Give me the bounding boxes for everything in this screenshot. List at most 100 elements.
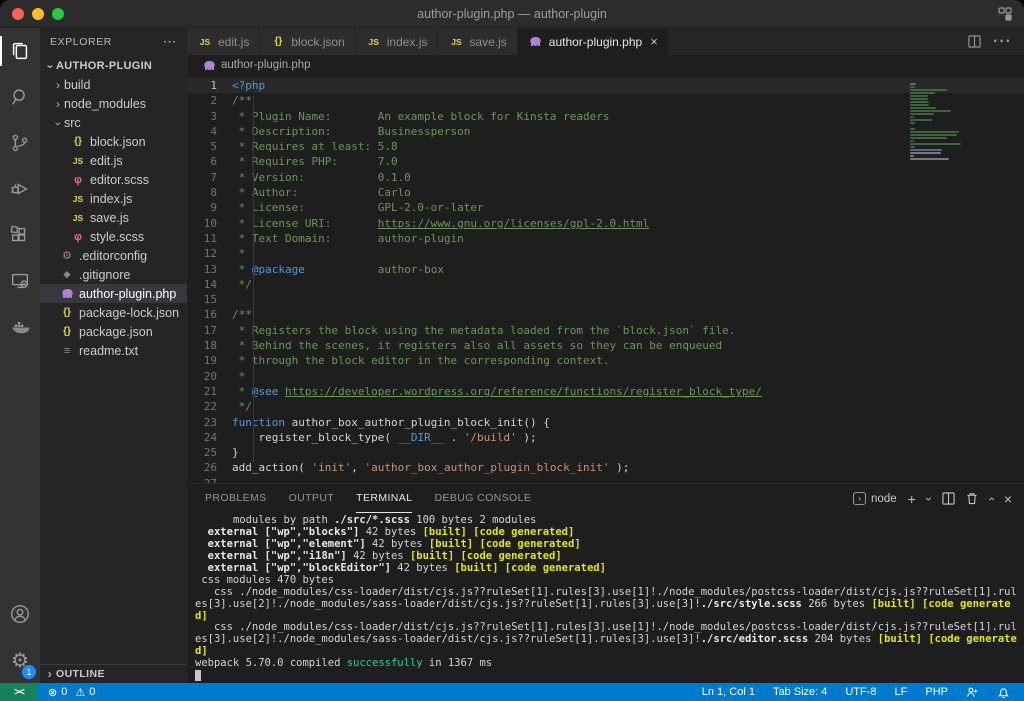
outline-section[interactable]: › OUTLINE [40, 664, 187, 683]
tree-file-package.json[interactable]: {}package.json [40, 322, 187, 341]
language-mode[interactable]: PHP [925, 686, 948, 698]
code-editor[interactable]: 1<?php2/**3 * Plugin Name: An example bl… [187, 75, 1024, 483]
bottom-panel: PROBLEMS OUTPUT TERMINAL DEBUG CONSOLE › no… [187, 483, 1024, 683]
panel-tab-terminal[interactable]: TERMINAL [356, 484, 412, 513]
minimap[interactable] [910, 83, 966, 164]
code-line-7: 7 * Version: 0.1.0 [187, 170, 1024, 185]
explorer-icon[interactable] [0, 28, 40, 74]
tree-file-readme.txt[interactable]: ≡readme.txt [40, 341, 187, 360]
split-terminal-icon[interactable] [942, 492, 955, 505]
sidebar-title: EXPLORER [50, 36, 112, 48]
panel-tab-output[interactable]: OUTPUT [289, 484, 335, 513]
code-line-9: 9 * License: GPL-2.0-or-later [187, 200, 1024, 215]
search-icon[interactable] [0, 74, 40, 120]
tree-file-index.js[interactable]: JSindex.js [40, 189, 187, 208]
new-terminal-icon[interactable]: + [908, 492, 916, 506]
notifications-bell-icon[interactable] [997, 686, 1010, 699]
tree-file-editor.scss[interactable]: φeditor.scss [40, 170, 187, 189]
extensions-icon[interactable] [0, 212, 40, 258]
tree-file-block.json[interactable]: {}block.json [40, 132, 187, 151]
code-line-2: 2/** [187, 93, 1024, 108]
tab-author-plugin.php[interactable]: author-plugin.php× [518, 28, 669, 55]
json-icon: {} [270, 36, 286, 47]
tab-edit.js[interactable]: JSedit.js [187, 28, 260, 55]
cursor-position[interactable]: Ln 1, Col 1 [702, 686, 755, 698]
encoding[interactable]: UTF-8 [845, 686, 876, 698]
customize-layout-icon[interactable] [998, 7, 1012, 21]
tree-file-.editorconfig[interactable]: ⚙.editorconfig [40, 246, 187, 265]
gitignore-icon: ◆ [59, 269, 75, 280]
code-line-10: 10 * License URI: https://www.gnu.org/li… [187, 216, 1024, 231]
code-line-25: 25} [187, 445, 1024, 460]
tab-index.js[interactable]: JSindex.js [356, 28, 439, 55]
sidebar-more-actions-icon[interactable]: ··· [164, 36, 178, 48]
tree-file-package-lock.json[interactable]: {}package-lock.json [40, 303, 187, 322]
json-icon: {} [59, 307, 75, 318]
code-line-20: 20 * [187, 369, 1024, 384]
docker-icon[interactable] [0, 304, 40, 350]
tree-file-.gitignore[interactable]: ◆.gitignore [40, 265, 187, 284]
code-line-15: 15 [187, 292, 1024, 307]
terminal-line [195, 670, 1020, 683]
sidebar-header: EXPLORER ··· [40, 28, 187, 56]
eol-selector[interactable]: LF [895, 686, 908, 698]
tree-file-style.scss[interactable]: φstyle.scss [40, 227, 187, 246]
code-lines: 1<?php2/**3 * Plugin Name: An example bl… [187, 78, 1024, 483]
tree-folder-src[interactable]: ›src [40, 113, 187, 132]
code-line-27: 27 [187, 476, 1024, 484]
shell-picker[interactable]: › node [853, 492, 897, 505]
window-title: author-plugin.php — author-plugin [0, 7, 1024, 21]
panel-tab-problems[interactable]: PROBLEMS [205, 484, 267, 513]
kill-terminal-icon[interactable] [966, 492, 978, 505]
tree-file-edit.js[interactable]: JSedit.js [40, 151, 187, 170]
activity-bar: ⚙ 1 [0, 28, 40, 683]
tab-block.json[interactable]: {}block.json [260, 28, 355, 55]
code-line-12: 12 * [187, 246, 1024, 261]
settings-gear-icon[interactable]: ⚙ 1 [0, 637, 40, 683]
run-and-debug-icon[interactable] [0, 166, 40, 212]
terminal-shell-icon: › [853, 492, 866, 505]
php-icon [59, 288, 75, 299]
php-icon [201, 60, 217, 71]
tree-folder-node_modules[interactable]: ›node_modules [40, 94, 187, 113]
tree-root-author-plugin[interactable]: › AUTHOR-PLUGIN [40, 56, 187, 75]
maximize-panel-icon[interactable]: › [984, 497, 998, 501]
title-bar: author-plugin.php — author-plugin [0, 0, 1024, 28]
breadcrumb[interactable]: author-plugin.php [187, 55, 1024, 75]
close-window-button[interactable] [12, 8, 24, 20]
feedback-icon[interactable] [966, 686, 979, 699]
tree-folder-build[interactable]: ›build [40, 75, 187, 94]
panel-tab-debug-console[interactable]: DEBUG CONSOLE [434, 484, 531, 513]
window-controls [0, 8, 64, 20]
more-actions-icon[interactable]: ··· [993, 33, 1012, 51]
terminal-line: css ./node_modules/css-loader/dist/cjs.j… [195, 587, 1020, 623]
code-line-26: 26add_action( 'init', 'author_box_author… [187, 460, 1024, 475]
accounts-icon[interactable] [0, 591, 40, 637]
zoom-window-button[interactable] [52, 8, 64, 20]
problems-status[interactable]: ⊗ 0 ⚠ 0 [48, 686, 95, 699]
file-tree: › AUTHOR-PLUGIN ›build›node_modules›src{… [40, 56, 187, 683]
panel-header: PROBLEMS OUTPUT TERMINAL DEBUG CONSOLE › no… [187, 484, 1024, 513]
remote-indicator[interactable]: >< [0, 683, 38, 701]
tab-save.js[interactable]: JSsave.js [438, 28, 517, 55]
source-control-icon[interactable] [0, 120, 40, 166]
code-line-16: 16/** [187, 307, 1024, 322]
terminal-output[interactable]: modules by path ./src/*.scss 100 bytes 2… [187, 513, 1024, 683]
terminal-line: css ./node_modules/css-loader/dist/cjs.j… [195, 622, 1020, 658]
split-editor-icon[interactable] [968, 35, 981, 48]
code-line-17: 17 * Registers the block using the metad… [187, 323, 1024, 338]
close-tab-icon[interactable]: × [650, 34, 658, 49]
close-panel-icon[interactable]: × [1004, 491, 1012, 507]
tree-file-save.js[interactable]: JSsave.js [40, 208, 187, 227]
status-bar: >< ⊗ 0 ⚠ 0 Ln 1, Col 1 Tab Size: 4 UTF-8… [0, 683, 1024, 701]
tree-file-author-plugin.php[interactable]: author-plugin.php [40, 284, 187, 303]
explorer-sidebar: EXPLORER ··· › AUTHOR-PLUGIN ›build›node… [40, 28, 187, 683]
remote-explorer-icon[interactable] [0, 258, 40, 304]
chevron-down-icon[interactable]: › [922, 497, 936, 501]
js-icon: JS [197, 37, 213, 47]
minimize-window-button[interactable] [32, 8, 44, 20]
indent-guide [253, 95, 254, 463]
tab-size[interactable]: Tab Size: 4 [773, 686, 827, 698]
code-line-13: 13 * @package author-box [187, 262, 1024, 277]
tab-bar-tabs: JSedit.js{}block.jsonJSindex.jsJSsave.js… [187, 28, 669, 55]
